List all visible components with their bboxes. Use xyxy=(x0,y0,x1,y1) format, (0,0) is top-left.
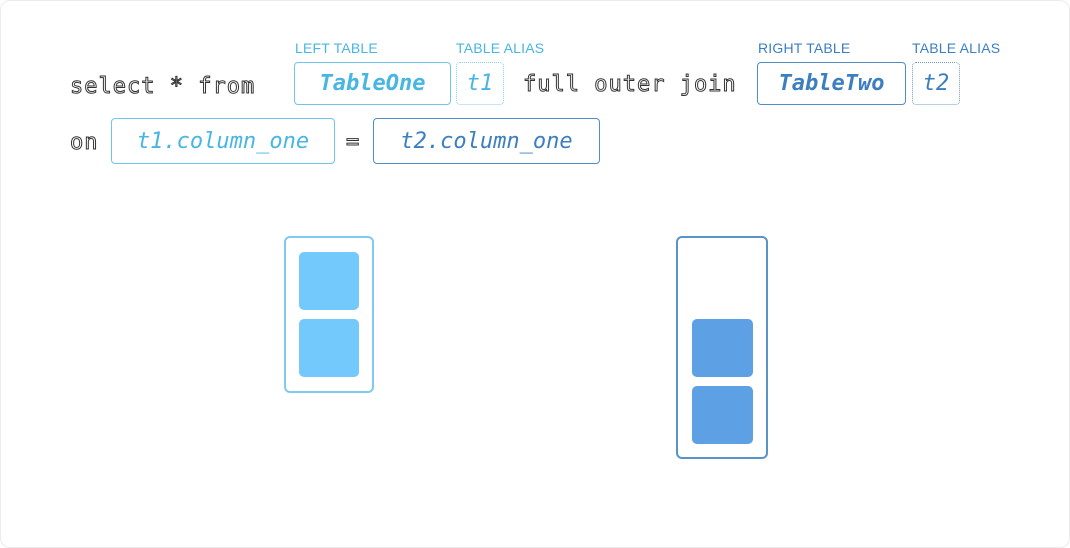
right-table-row xyxy=(692,386,753,444)
left-table-name: TableOne xyxy=(319,71,426,96)
left-table-caption: LEFT TABLE xyxy=(295,40,378,56)
right-column-name: t2.column_one xyxy=(400,128,573,154)
left-column-name: t1.column_one xyxy=(136,128,310,154)
join-keyword: full outer join xyxy=(523,72,737,98)
left-alias-caption: TABLE ALIAS xyxy=(456,40,545,56)
left-table-box: TableOne xyxy=(294,62,451,105)
right-alias-box: t2 xyxy=(912,62,960,105)
left-alias-box: t1 xyxy=(456,62,504,105)
left-table-row xyxy=(299,252,359,310)
left-table-diagram xyxy=(284,236,374,393)
right-table-name: TableTwo xyxy=(778,71,885,96)
right-table-row xyxy=(692,319,753,377)
right-table-caption: RIGHT TABLE xyxy=(758,40,851,56)
right-table-diagram xyxy=(676,236,768,459)
on-keyword: on xyxy=(70,130,99,156)
right-table-box: TableTwo xyxy=(757,62,906,105)
left-column-box: t1.column_one xyxy=(111,118,335,164)
left-table-row xyxy=(299,319,359,377)
right-column-box: t2.column_one xyxy=(373,118,600,164)
right-alias-caption: TABLE ALIAS xyxy=(912,40,1001,56)
equals-sign: = xyxy=(345,130,361,156)
select-keyword: select * from xyxy=(69,74,256,100)
right-alias-name: t2 xyxy=(922,71,950,96)
left-alias-name: t1 xyxy=(466,71,494,96)
